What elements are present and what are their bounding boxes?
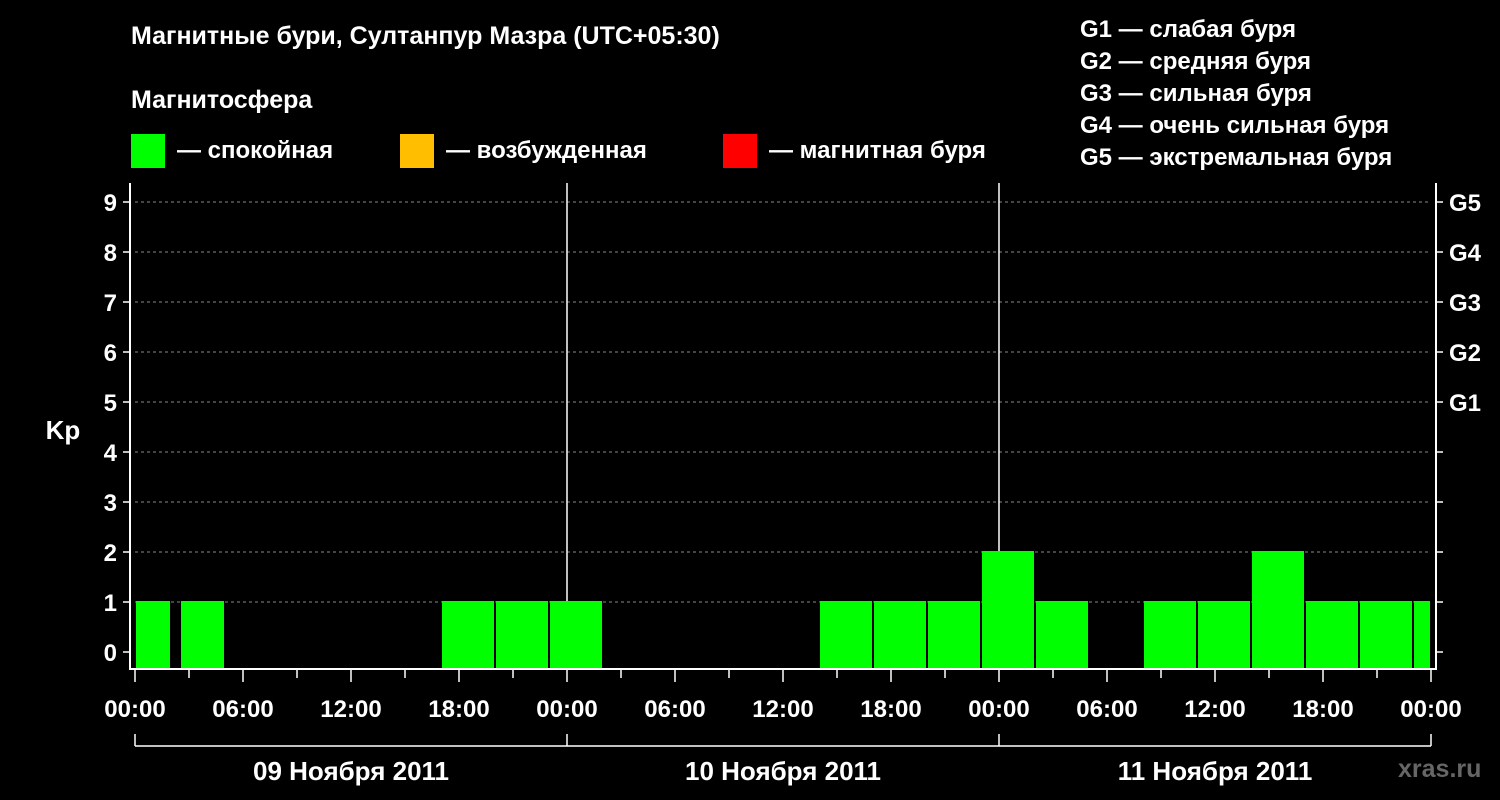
x-tick-label: 12:00 xyxy=(320,696,381,723)
kp-bar xyxy=(874,601,926,668)
y-tick-label: 5 xyxy=(104,390,117,417)
y-tick-label: 6 xyxy=(104,340,117,367)
y-axis-label: Kp xyxy=(46,415,81,445)
kp-bar xyxy=(550,601,602,668)
y-tick-label: 0 xyxy=(104,640,117,667)
g-scale-tick-label: G4 xyxy=(1449,240,1482,267)
x-tick-label: 00:00 xyxy=(968,696,1029,723)
kp-bar xyxy=(181,601,224,668)
x-tick-label: 00:00 xyxy=(104,696,165,723)
kp-bar xyxy=(1144,601,1196,668)
y-tick-label: 3 xyxy=(104,490,117,517)
kp-bar xyxy=(1036,601,1088,668)
kp-bar xyxy=(496,601,548,668)
day-label: 10 Ноября 2011 xyxy=(685,756,881,786)
x-tick-label: 12:00 xyxy=(752,696,813,723)
x-tick-label: 18:00 xyxy=(860,696,921,723)
day-label: 11 Ноября 2011 xyxy=(1118,756,1313,786)
x-tick-label: 06:00 xyxy=(644,696,705,723)
y-tick-label: 4 xyxy=(104,440,118,467)
kp-bar xyxy=(1360,601,1412,668)
kp-bar xyxy=(442,601,494,668)
kp-bar xyxy=(820,601,872,668)
kp-bar xyxy=(1198,601,1250,668)
g-scale-tick-label: G3 xyxy=(1449,290,1481,317)
watermark: xras.ru xyxy=(1398,755,1482,783)
x-tick-label: 06:00 xyxy=(1076,696,1137,723)
y-tick-label: 1 xyxy=(104,590,117,617)
y-tick-label: 7 xyxy=(104,290,117,317)
kp-bar xyxy=(1414,601,1430,668)
x-tick-label: 18:00 xyxy=(428,696,489,723)
x-tick-label: 12:00 xyxy=(1184,696,1245,723)
g-scale-tick-label: G5 xyxy=(1449,190,1481,217)
y-tick-label: 8 xyxy=(104,240,117,267)
y-tick-label: 2 xyxy=(104,540,117,567)
g-scale-tick-label: G1 xyxy=(1449,390,1481,417)
kp-bar xyxy=(136,601,170,668)
y-tick-label: 9 xyxy=(104,190,117,217)
day-label: 09 Ноября 2011 xyxy=(253,756,449,786)
kp-bar xyxy=(928,601,980,668)
kp-bar xyxy=(1306,601,1358,668)
x-tick-label: 00:00 xyxy=(536,696,597,723)
x-tick-label: 06:00 xyxy=(212,696,273,723)
x-tick-label: 18:00 xyxy=(1292,696,1353,723)
kp-bar xyxy=(982,551,1034,668)
g-scale-tick-label: G2 xyxy=(1449,340,1481,367)
kp-bar xyxy=(1252,551,1304,668)
kp-bar-chart: 0 1 2 3 4 5 6 7 8 9 G1 G2 G3 G4 G5 Kp 00:00 06:00 12:00 18:… xyxy=(46,183,1482,786)
x-tick-label: 00:00 xyxy=(1400,696,1461,723)
